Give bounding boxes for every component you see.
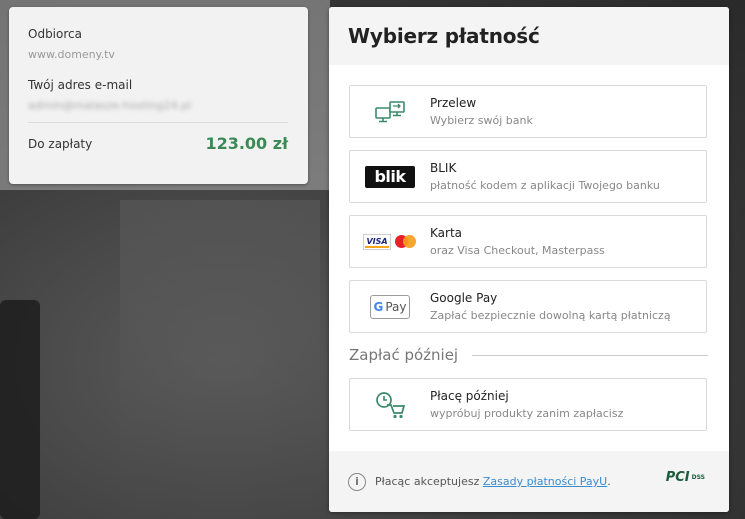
payment-option-subtitle: Wybierz swój bank bbox=[430, 114, 533, 127]
order-summary-card: Odbiorca www.domeny.tv Twój adres e-mail… bbox=[9, 7, 308, 184]
payment-option-title: Karta bbox=[430, 226, 463, 240]
payment-option-title: Przelew bbox=[430, 96, 477, 110]
payment-option-title: Google Pay bbox=[430, 291, 498, 305]
blik-logo: blik bbox=[365, 165, 415, 188]
payment-option-pay-later[interactable]: Płacę później wypróbuj produkty zanim za… bbox=[349, 378, 707, 431]
email-value: admin@malasze-hosting24.pl bbox=[28, 99, 192, 112]
bank-transfer-icon bbox=[350, 100, 430, 123]
visa-logo: VISA bbox=[363, 233, 391, 250]
panel-footer: i Płacąc akceptujesz Zasady płatności Pa… bbox=[329, 451, 729, 512]
amount-label: Do zapłaty bbox=[28, 136, 93, 151]
payment-option-card[interactable]: VISA Karta oraz Visa Checkout, Masterpas… bbox=[349, 215, 707, 268]
terms-text: Płacąc akceptujesz Zasady płatności PayU… bbox=[375, 475, 611, 488]
payment-panel: Wybierz płatność Przelew Wybierz swój ba… bbox=[329, 7, 729, 512]
background-blur-mid bbox=[120, 200, 320, 519]
payu-terms-link[interactable]: Zasady płatności PayU bbox=[483, 475, 607, 488]
payment-option-google-pay[interactable]: G Pay Google Pay Zapłać bezpiecznie dowol… bbox=[349, 280, 707, 333]
payment-option-subtitle: wypróbuj produkty zanim zapłacisz bbox=[430, 407, 624, 420]
pci-dss-badge: PCI DSS bbox=[665, 470, 705, 485]
payment-option-title: BLIK bbox=[430, 161, 457, 175]
amount-value: 123.00 zł bbox=[205, 134, 288, 153]
mastercard-logo bbox=[395, 234, 417, 249]
pay-later-divider bbox=[472, 354, 708, 356]
amount-row: Do zapłaty 123.00 zł bbox=[28, 134, 288, 153]
email-label: Twój adres e-mail bbox=[28, 78, 133, 92]
page-title: Wybierz płatność bbox=[348, 24, 540, 48]
pay-later-heading: Zapłać później bbox=[349, 346, 459, 364]
visa-mastercard-logos: VISA bbox=[350, 233, 430, 250]
cart-clock-icon bbox=[350, 391, 430, 419]
pay-later-section-heading: Zapłać później bbox=[349, 346, 708, 364]
background-blur-device bbox=[0, 300, 40, 519]
google-pay-logo: G Pay bbox=[370, 294, 410, 319]
recipient-value: www.domeny.tv bbox=[28, 48, 115, 61]
summary-divider bbox=[28, 122, 288, 123]
payment-option-subtitle: Zapłać bezpiecznie dowolną kartą płatnic… bbox=[430, 309, 671, 322]
payment-option-subtitle: oraz Visa Checkout, Masterpass bbox=[430, 244, 605, 257]
panel-header: Wybierz płatność bbox=[329, 7, 729, 65]
payment-option-title: Płacę później bbox=[430, 389, 509, 403]
info-icon: i bbox=[348, 472, 366, 491]
payment-option-subtitle: płatność kodem z aplikacji Twojego banku bbox=[430, 179, 660, 192]
payment-option-blik[interactable]: blik BLIK płatność kodem z aplikacji Two… bbox=[349, 150, 707, 203]
payment-option-transfer[interactable]: Przelew Wybierz swój bank bbox=[349, 85, 707, 138]
recipient-label: Odbiorca bbox=[28, 27, 82, 41]
